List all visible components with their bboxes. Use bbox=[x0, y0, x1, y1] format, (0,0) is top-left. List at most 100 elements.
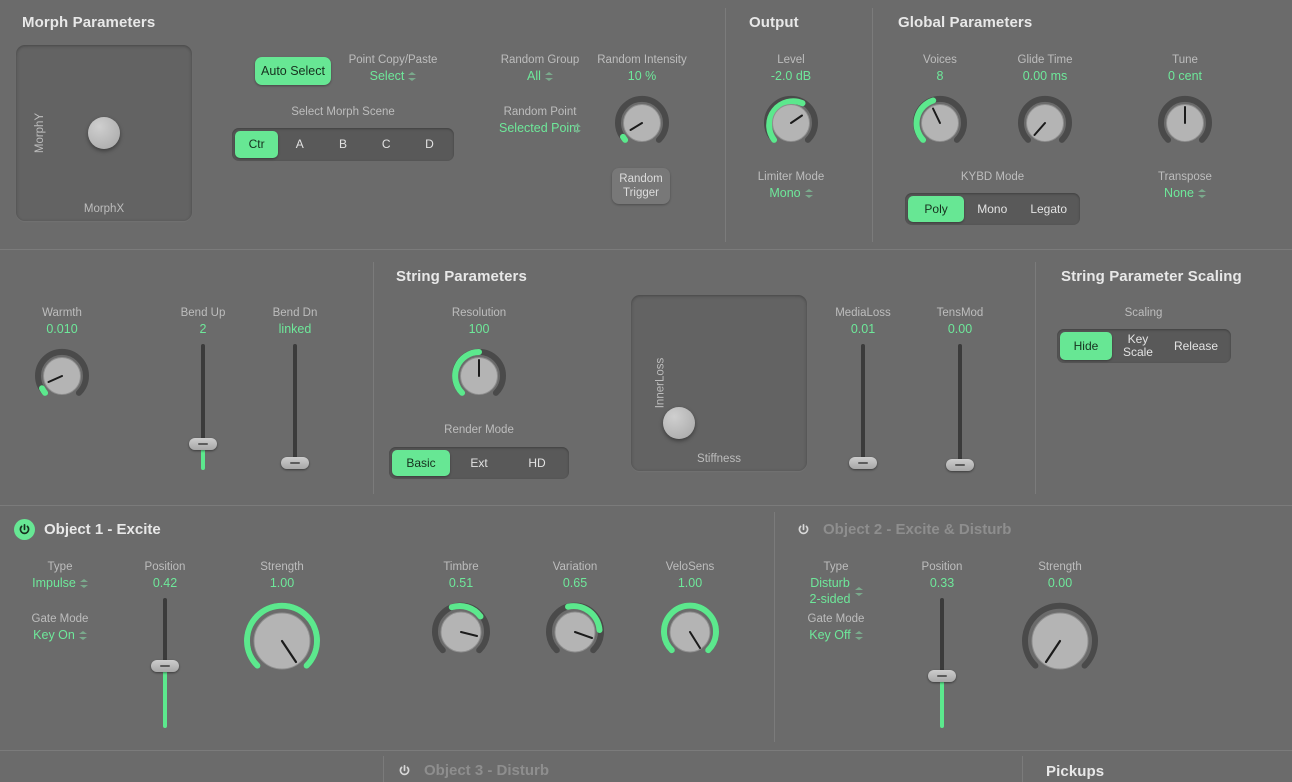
kybd-mode-option-legato[interactable]: Legato bbox=[1020, 196, 1077, 222]
output-level-knob[interactable] bbox=[761, 93, 821, 153]
divider-global-left bbox=[872, 8, 873, 242]
object1-variation-knob[interactable] bbox=[543, 600, 607, 664]
object1-velosens: VeloSens 1.00 bbox=[630, 560, 750, 591]
stiffness-innerloss-pad[interactable]: InnerLoss Stiffness bbox=[631, 295, 807, 471]
random-intensity-knob[interactable] bbox=[612, 93, 672, 153]
object1-power-icon[interactable] bbox=[14, 519, 35, 540]
stiffness-pad-handle[interactable] bbox=[663, 407, 695, 439]
morph-scene-segmented-control[interactable]: Ctr A B C D bbox=[232, 128, 454, 161]
object1-timbre-knob[interactable] bbox=[429, 600, 493, 664]
object2-type: Type Disturb 2-sided bbox=[776, 560, 896, 607]
object2-position-slider-thumb[interactable] bbox=[928, 670, 956, 682]
kybd-mode-option-poly[interactable]: Poly bbox=[908, 196, 965, 222]
object3-power-icon[interactable] bbox=[394, 760, 415, 781]
object2-header[interactable]: Object 2 - Excite & Disturb bbox=[793, 519, 1011, 540]
random-point-label: Random Point bbox=[503, 106, 577, 118]
voices-knob[interactable] bbox=[910, 93, 970, 153]
morph-scene-option-b[interactable]: B bbox=[321, 131, 364, 158]
divider-object2-left bbox=[774, 512, 775, 742]
morph-scene-option-a[interactable]: A bbox=[278, 131, 321, 158]
glide-time-label: Glide Time bbox=[1017, 54, 1073, 66]
object1-type-value[interactable]: Impulse bbox=[0, 575, 120, 591]
divider-pickups-left bbox=[1022, 756, 1023, 782]
transpose-value[interactable]: None bbox=[1125, 185, 1245, 201]
object1-velosens-value: 1.00 bbox=[677, 576, 703, 590]
chevron-updown-icon bbox=[408, 71, 417, 82]
object1-timbre-value: 0.51 bbox=[448, 576, 474, 590]
tune-label: Tune bbox=[1172, 54, 1198, 66]
object1-gate-mode: Gate Mode Key On bbox=[0, 612, 120, 643]
object2-strength-knob[interactable] bbox=[1016, 597, 1104, 685]
random-point-value[interactable]: Selected Point bbox=[480, 120, 600, 136]
bend-dn-slider[interactable] bbox=[275, 344, 315, 470]
tune-knob[interactable] bbox=[1155, 93, 1215, 153]
output-level-label: Level bbox=[777, 54, 805, 66]
object1-gate-mode-label: Gate Mode bbox=[31, 613, 89, 625]
morph-xy-pad[interactable]: MorphY MorphX bbox=[16, 45, 192, 221]
random-intensity-value: 10 % bbox=[627, 69, 657, 83]
object2-strength-value: 0.00 bbox=[1047, 576, 1073, 590]
output-level: Level -2.0 dB bbox=[731, 53, 851, 84]
object3-header[interactable]: Object 3 - Disturb bbox=[394, 760, 549, 781]
object1-position-slider-thumb[interactable] bbox=[151, 660, 179, 672]
object1-position-value: 0.42 bbox=[152, 576, 178, 590]
kybd-mode-option-mono[interactable]: Mono bbox=[964, 196, 1020, 222]
morph-scene-option-d[interactable]: D bbox=[408, 131, 451, 158]
render-mode-option-hd[interactable]: HD bbox=[508, 450, 566, 476]
render-mode-option-ext[interactable]: Ext bbox=[450, 450, 508, 476]
object2-position: Position 0.33 bbox=[882, 560, 1002, 591]
render-mode-segmented-control[interactable]: Basic Ext HD bbox=[389, 447, 569, 479]
object2-gate-mode-label: Gate Mode bbox=[807, 613, 865, 625]
random-point: Random Point Selected Point bbox=[480, 105, 600, 136]
resolution-knob[interactable] bbox=[449, 346, 509, 406]
plugin-window: Morph Parameters MorphY MorphX Auto Sele… bbox=[0, 0, 1292, 782]
tens-mod-slider-thumb[interactable] bbox=[946, 459, 974, 471]
resolution-label: Resolution bbox=[451, 307, 507, 319]
media-loss-slider-thumb[interactable] bbox=[849, 457, 877, 469]
render-mode-option-basic[interactable]: Basic bbox=[392, 450, 450, 476]
bend-up-slider-thumb[interactable] bbox=[189, 438, 217, 450]
morph-scene-option-c[interactable]: C bbox=[365, 131, 408, 158]
object1-velosens-knob[interactable] bbox=[658, 600, 722, 664]
scaling-segmented-control[interactable]: Hide Key Scale Release bbox=[1057, 329, 1231, 363]
object1-position-slider[interactable] bbox=[145, 598, 185, 728]
random-trigger-button[interactable]: Random Trigger bbox=[612, 168, 670, 204]
object2-type-value[interactable]: Disturb 2-sided bbox=[776, 575, 896, 607]
tens-mod-slider[interactable] bbox=[940, 344, 980, 471]
object1-title: Object 1 - Excite bbox=[44, 521, 161, 538]
panel-title-scaling: String Parameter Scaling bbox=[1061, 268, 1242, 285]
divider-scaling-left bbox=[1035, 262, 1036, 494]
object1-gate-mode-value[interactable]: Key On bbox=[0, 627, 120, 643]
point-copy-paste-value[interactable]: Select bbox=[303, 68, 483, 84]
object2-position-slider[interactable] bbox=[922, 598, 962, 728]
panel-title-string: String Parameters bbox=[396, 268, 527, 285]
scaling-option-hide[interactable]: Hide bbox=[1060, 332, 1112, 360]
glide-time-knob[interactable] bbox=[1015, 93, 1075, 153]
morph-scene-option-ctr[interactable]: Ctr bbox=[235, 131, 279, 158]
divider-string-left bbox=[373, 262, 374, 494]
divider-mid bbox=[0, 505, 1292, 506]
warmth-label: Warmth bbox=[42, 307, 82, 319]
warmth: Warmth 0.010 bbox=[2, 306, 122, 337]
object1-timbre-label: Timbre bbox=[443, 561, 479, 573]
bend-dn-label: Bend Dn bbox=[272, 307, 318, 319]
stiffness-pad-y-label: InnerLoss bbox=[654, 357, 667, 409]
tens-mod: TensMod 0.00 bbox=[900, 306, 1020, 337]
warmth-knob[interactable] bbox=[32, 346, 92, 406]
object2-gate-mode-value[interactable]: Key Off bbox=[776, 627, 896, 643]
media-loss-slider[interactable] bbox=[843, 344, 883, 470]
limiter-mode-value[interactable]: Mono bbox=[731, 185, 851, 201]
bend-up-slider[interactable] bbox=[183, 344, 223, 470]
object1-strength-knob[interactable] bbox=[238, 597, 326, 685]
object1-position: Position 0.42 bbox=[105, 560, 225, 591]
kybd-mode-label: KYBD Mode bbox=[960, 171, 1025, 183]
scaling-option-release[interactable]: Release bbox=[1164, 332, 1228, 360]
scaling-option-key-scale[interactable]: Key Scale bbox=[1112, 332, 1164, 360]
kybd-mode-segmented-control[interactable]: Poly Mono Legato bbox=[905, 193, 1080, 225]
limiter-mode: Limiter Mode Mono bbox=[731, 170, 851, 201]
object2-power-icon[interactable] bbox=[793, 519, 814, 540]
morph-pad-handle[interactable] bbox=[88, 117, 120, 149]
bend-dn-slider-thumb[interactable] bbox=[281, 457, 309, 469]
morph-pad-x-label: MorphX bbox=[83, 203, 125, 215]
object1-header[interactable]: Object 1 - Excite bbox=[14, 519, 161, 540]
